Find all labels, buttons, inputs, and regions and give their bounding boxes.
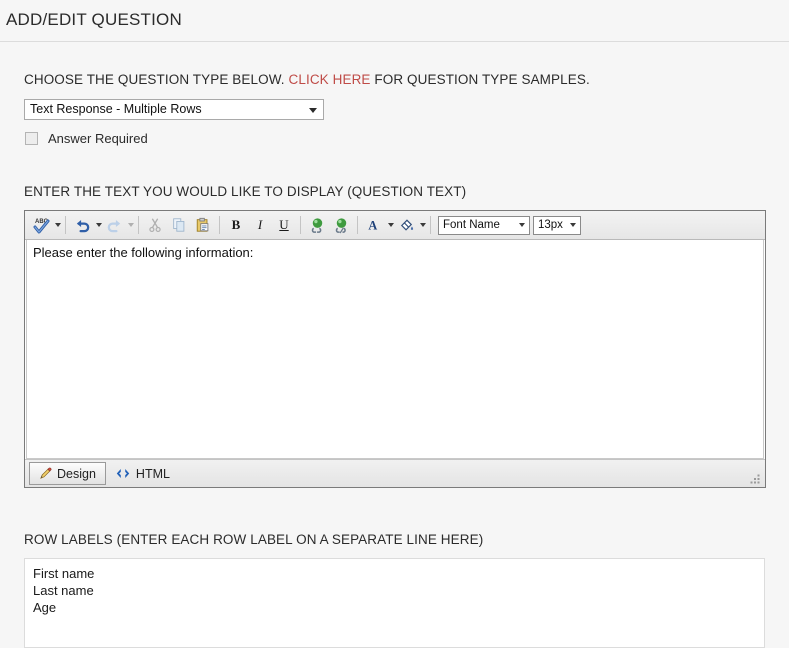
question-type-samples-link[interactable]: CLICK HERE [289, 72, 371, 87]
question-type-label-suffix: FOR QUESTION TYPE SAMPLES. [374, 72, 590, 87]
toolbar-separator [357, 216, 358, 234]
page-content: CHOOSE THE QUESTION TYPE BELOW. CLICK HE… [0, 72, 789, 648]
tab-html[interactable]: HTML [106, 463, 179, 484]
underline-label: U [279, 217, 289, 232]
toolbar-separator [430, 216, 431, 234]
copy-icon [173, 218, 185, 232]
spellcheck-dropdown-caret[interactable] [55, 223, 61, 227]
font-name-value: Font Name [443, 219, 500, 231]
toolbar-group-colors: A [362, 214, 426, 237]
question-type-section: CHOOSE THE QUESTION TYPE BELOW. CLICK HE… [24, 72, 789, 146]
toolbar-separator [300, 216, 301, 234]
font-color-button[interactable]: A [362, 213, 386, 237]
pencil-icon [39, 467, 52, 480]
row-labels-label: ROW LABELS (ENTER EACH ROW LABEL ON A SE… [24, 532, 484, 547]
redo-icon [107, 219, 120, 232]
insert-hyperlink-button[interactable] [305, 213, 329, 237]
highlight-color-icon [400, 218, 413, 231]
font-name-select[interactable]: Font Name [438, 215, 530, 235]
insert-hyperlink-icon [311, 217, 322, 233]
highlight-color-caret[interactable] [420, 223, 426, 227]
cut-button[interactable] [143, 213, 167, 237]
row-labels-section: ROW LABELS (ENTER EACH ROW LABEL ON A SE… [24, 532, 789, 648]
redo-button[interactable] [102, 213, 126, 237]
row-label-line: Age [33, 600, 57, 615]
font-color-icon: A [368, 218, 377, 232]
row-labels-textarea[interactable]: First name Last name Age [24, 558, 765, 648]
undo-icon [76, 219, 89, 232]
editor-mode-tabs: Design HTML [25, 459, 765, 487]
underline-button[interactable]: U [272, 213, 296, 237]
font-name-caret [519, 223, 525, 227]
tab-html-label: HTML [135, 466, 170, 481]
answer-required-label: Answer Required [48, 131, 148, 146]
font-size-caret [570, 223, 576, 227]
row-label-line: First name [33, 566, 95, 581]
spellcheck-button[interactable]: ABC [29, 213, 53, 237]
editor-toolbar: ABC B I U A Font Name 13px [25, 211, 765, 240]
answer-required-checkbox[interactable] [25, 132, 38, 145]
font-size-select[interactable]: 13px [533, 215, 581, 235]
toolbar-separator [138, 216, 139, 234]
editor-content-area[interactable]: Please enter the following information: [26, 240, 764, 459]
question-text-section: ENTER THE TEXT YOU WOULD LIKE TO DISPLAY… [24, 184, 789, 488]
cut-icon [149, 218, 161, 233]
toolbar-separator [219, 216, 220, 234]
toolbar-group-font: Font Name 13px [435, 214, 581, 237]
tab-design-label: Design [57, 466, 96, 481]
italic-button[interactable]: I [248, 213, 272, 237]
answer-required-row[interactable]: Answer Required [24, 131, 789, 146]
rich-text-editor: ABC B I U A Font Name 13px Please enter … [24, 210, 766, 488]
bold-button[interactable]: B [224, 213, 248, 237]
toolbar-separator [65, 216, 66, 234]
paste-button[interactable] [191, 213, 215, 237]
svg-text:A: A [368, 218, 377, 232]
toolbar-group-history [70, 214, 134, 237]
question-type-select-wrap: Text Response - Multiple Rows [24, 99, 324, 120]
highlight-color-button[interactable] [394, 213, 418, 237]
toolbar-group-format: B I U [224, 214, 296, 237]
remove-hyperlink-button[interactable] [329, 213, 353, 237]
question-type-label: CHOOSE THE QUESTION TYPE BELOW. CLICK HE… [24, 72, 789, 88]
question-text-label: ENTER THE TEXT YOU WOULD LIKE TO DISPLAY… [24, 184, 467, 199]
redo-dropdown-caret[interactable] [128, 223, 134, 227]
page-title: ADD/EDIT QUESTION [6, 10, 182, 29]
question-type-label-prefix: CHOOSE THE QUESTION TYPE BELOW. [24, 72, 285, 87]
page-header: ADD/EDIT QUESTION [0, 0, 789, 42]
italic-label: I [257, 217, 263, 232]
question-type-select[interactable]: Text Response - Multiple Rows [24, 99, 324, 120]
editor-resize-grip[interactable] [749, 472, 761, 484]
spellcheck-icon: ABC [33, 219, 50, 234]
remove-hyperlink-icon [335, 217, 346, 233]
code-brackets-icon [115, 467, 131, 480]
copy-button[interactable] [167, 213, 191, 237]
row-label-line: Last name [33, 583, 94, 598]
tab-design[interactable]: Design [29, 462, 106, 485]
bold-label: B [231, 217, 241, 232]
font-size-value: 13px [538, 219, 563, 231]
toolbar-group-links [305, 214, 353, 237]
paste-icon [196, 217, 209, 232]
toolbar-group-spellcheck: ABC [29, 214, 61, 237]
editor-content-paragraph: Please enter the following information: [33, 245, 254, 260]
undo-button[interactable] [70, 213, 94, 237]
toolbar-group-clipboard [143, 214, 215, 237]
